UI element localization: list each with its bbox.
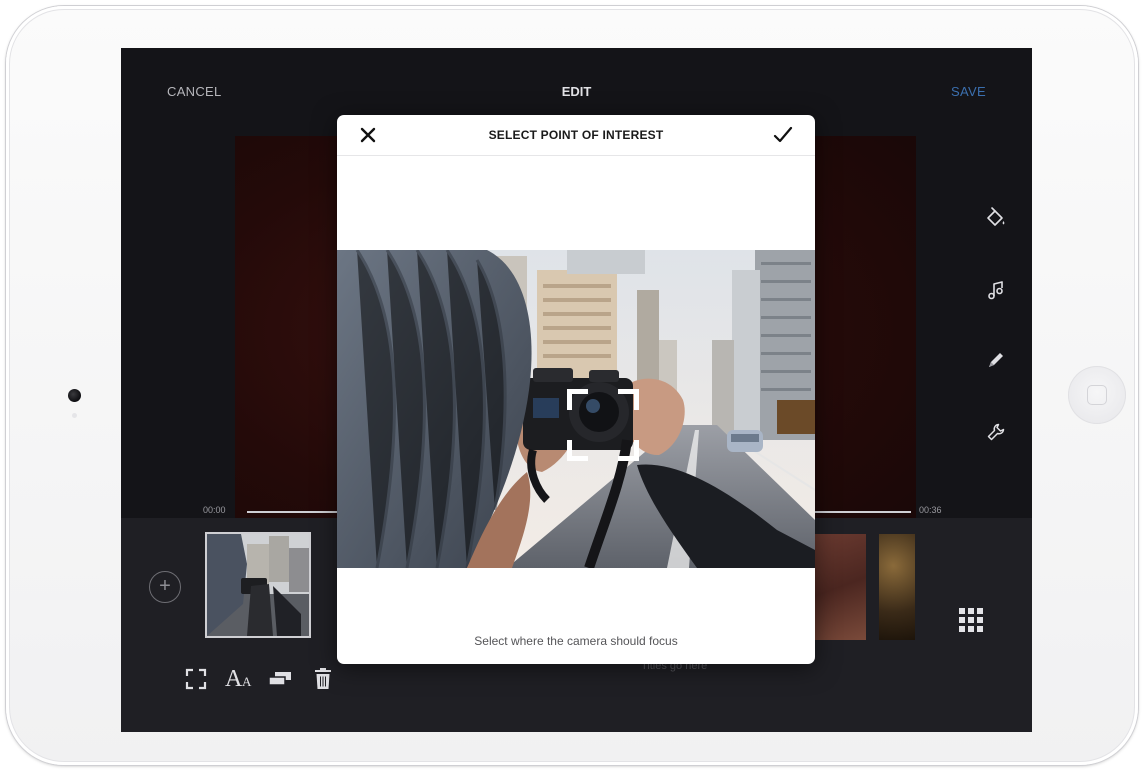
reticle-corner <box>618 440 639 461</box>
front-camera <box>68 389 81 402</box>
point-of-interest-dialog: SELECT POINT OF INTEREST Select where th… <box>337 115 815 664</box>
confirm-button[interactable] <box>773 125 793 145</box>
reticle-corner <box>567 389 588 410</box>
focus-reticle[interactable] <box>567 389 639 461</box>
checkmark-icon <box>773 126 793 143</box>
reticle-corner <box>618 389 639 410</box>
reticle-corner <box>567 440 588 461</box>
camera-sensor <box>72 413 77 418</box>
home-button-icon <box>1087 385 1107 405</box>
dialog-title: SELECT POINT OF INTEREST <box>488 128 664 142</box>
dialog-caption: Select where the camera should focus <box>474 634 678 648</box>
dialog-header: SELECT POINT OF INTEREST <box>337 115 815 156</box>
focus-photo[interactable] <box>337 250 815 568</box>
home-button[interactable] <box>1068 366 1126 424</box>
